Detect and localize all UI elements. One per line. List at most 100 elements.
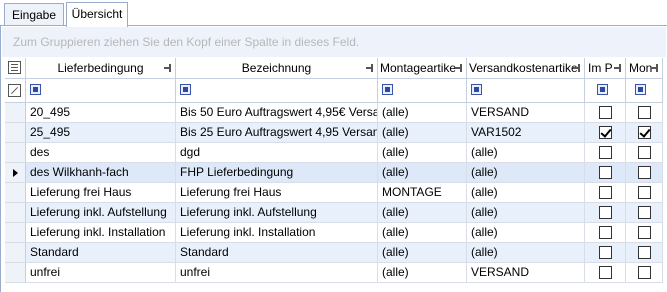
row-indicator[interactable] [5,243,26,262]
filter-button-icon[interactable] [471,84,482,95]
cell-montageartikel[interactable]: (alle) [378,143,467,162]
column-header-bezeichnung[interactable]: Bezeichnung [176,58,378,78]
cell-mon[interactable] [626,263,663,282]
cell-im-p[interactable] [585,243,626,262]
filter-cell-im-p[interactable] [585,79,626,102]
cell-bezeichnung[interactable]: Lieferung inkl. Aufstellung [176,203,378,222]
cell-versandkostenartikel[interactable]: VAR1502 [467,123,585,142]
column-header-montageartikel[interactable]: Montageartike [378,58,467,78]
checkbox[interactable] [638,266,651,279]
cell-montageartikel[interactable]: (alle) [378,123,467,142]
row-indicator[interactable] [5,263,26,282]
cell-lieferbedingung[interactable]: des [26,143,176,162]
cell-mon[interactable] [626,183,663,202]
filter-button-icon[interactable] [382,84,393,95]
cell-montageartikel[interactable]: (alle) [378,203,467,222]
cell-lieferbedingung[interactable]: unfrei [26,263,176,282]
pin-icon[interactable] [164,64,172,72]
cell-im-p[interactable] [585,203,626,222]
row-indicator[interactable] [5,103,26,122]
cell-bezeichnung[interactable]: dgd [176,143,378,162]
cell-lieferbedingung[interactable]: Lieferung frei Haus [26,183,176,202]
column-header-versandkostenartikel[interactable]: Versandkostenartike [467,58,585,78]
checkbox[interactable] [638,106,651,119]
checkbox[interactable] [638,186,651,199]
cell-im-p[interactable] [585,163,626,182]
column-header-lieferbedingung[interactable]: Lieferbedingung [26,58,176,78]
filter-button-icon[interactable] [597,84,608,95]
checkbox[interactable] [599,246,612,259]
table-row[interactable]: unfrei unfrei (alle) VERSAND [5,263,663,283]
cell-lieferbedingung[interactable]: 20_495 [26,103,176,122]
row-indicator[interactable] [5,223,26,242]
cell-lieferbedingung[interactable]: Standard [26,243,176,262]
checkbox[interactable] [638,226,651,239]
group-panel[interactable]: Zum Gruppieren ziehen Sie den Kopf einer… [2,27,666,57]
cell-mon[interactable] [626,123,663,142]
row-indicator[interactable] [5,123,26,142]
cell-mon[interactable] [626,143,663,162]
cell-bezeichnung[interactable]: Lieferung frei Haus [176,183,378,202]
cell-montageartikel[interactable]: (alle) [378,163,467,182]
cell-montageartikel[interactable]: (alle) [378,243,467,262]
checkbox[interactable] [638,206,651,219]
table-row[interactable]: Lieferung inkl. Aufstellung Lieferung in… [5,203,663,223]
cell-mon[interactable] [626,203,663,222]
table-row[interactable]: 20_495 Bis 50 Euro Auftragswert 4,95€ Ve… [5,103,663,123]
cell-mon[interactable] [626,163,663,182]
cell-versandkostenartikel[interactable]: (alle) [467,183,585,202]
cell-im-p[interactable] [585,103,626,122]
checkbox[interactable] [638,146,651,159]
cell-im-p[interactable] [585,263,626,282]
cell-lieferbedingung[interactable]: des Wilkhanh-fach [26,163,176,182]
table-row[interactable]: Lieferung frei Haus Lieferung frei Haus … [5,183,663,203]
cell-montageartikel[interactable]: (alle) [378,103,467,122]
table-row[interactable]: des dgd (alle) (alle) [5,143,663,163]
cell-versandkostenartikel[interactable]: VERSAND [467,263,585,282]
filter-cell-mon[interactable] [626,79,663,102]
table-row[interactable]: Lieferung inkl. Installation Lieferung i… [5,223,663,243]
cell-versandkostenartikel[interactable]: (alle) [467,203,585,222]
filter-clear-button[interactable] [5,79,26,102]
cell-lieferbedingung[interactable]: Lieferung inkl. Installation [26,223,176,242]
cell-montageartikel[interactable]: (alle) [378,223,467,242]
cell-versandkostenartikel[interactable]: (alle) [467,223,585,242]
checkbox[interactable] [599,126,612,139]
cell-im-p[interactable] [585,223,626,242]
table-row[interactable]: Standard Standard (alle) (alle) [5,243,663,263]
cell-bezeichnung[interactable]: Bis 25 Euro Auftragswert 4,95 Versan [176,123,378,142]
checkbox[interactable] [638,246,651,259]
cell-montageartikel[interactable]: MONTAGE [378,183,467,202]
pin-icon[interactable] [366,64,374,72]
filter-cell-lieferbedingung[interactable] [26,79,176,102]
column-header-im-p[interactable]: Im P [585,58,626,78]
filter-button-icon[interactable] [635,84,646,95]
row-indicator[interactable] [5,203,26,222]
filter-cell-versandkostenartikel[interactable] [467,79,585,102]
table-row-current[interactable]: des Wilkhanh-fach FHP Lieferbedingung (a… [5,163,663,183]
cell-im-p[interactable] [585,123,626,142]
pin-icon[interactable] [455,64,463,72]
cell-bezeichnung[interactable]: Bis 50 Euro Auftragswert 4,95€ Versa [176,103,378,122]
filter-cell-bezeichnung[interactable] [176,79,378,102]
row-indicator[interactable] [5,163,26,182]
checkbox[interactable] [599,186,612,199]
pin-icon[interactable] [573,64,581,72]
column-chooser-button[interactable] [5,58,26,78]
tab-uebersicht[interactable]: Übersicht [66,2,128,27]
cell-lieferbedingung[interactable]: 25_495 [26,123,176,142]
cell-im-p[interactable] [585,143,626,162]
checkbox[interactable] [638,166,651,179]
checkbox[interactable] [638,126,651,139]
pin-icon[interactable] [614,64,622,72]
cell-versandkostenartikel[interactable]: (alle) [467,143,585,162]
checkbox[interactable] [599,106,612,119]
cell-bezeichnung[interactable]: Standard [176,243,378,262]
pin-icon[interactable] [651,64,659,72]
cell-bezeichnung[interactable]: FHP Lieferbedingung [176,163,378,182]
filter-cell-montageartikel[interactable] [378,79,467,102]
checkbox[interactable] [599,266,612,279]
cell-montageartikel[interactable]: (alle) [378,263,467,282]
table-row[interactable]: 25_495 Bis 25 Euro Auftragswert 4,95 Ver… [5,123,663,143]
row-indicator[interactable] [5,183,26,202]
